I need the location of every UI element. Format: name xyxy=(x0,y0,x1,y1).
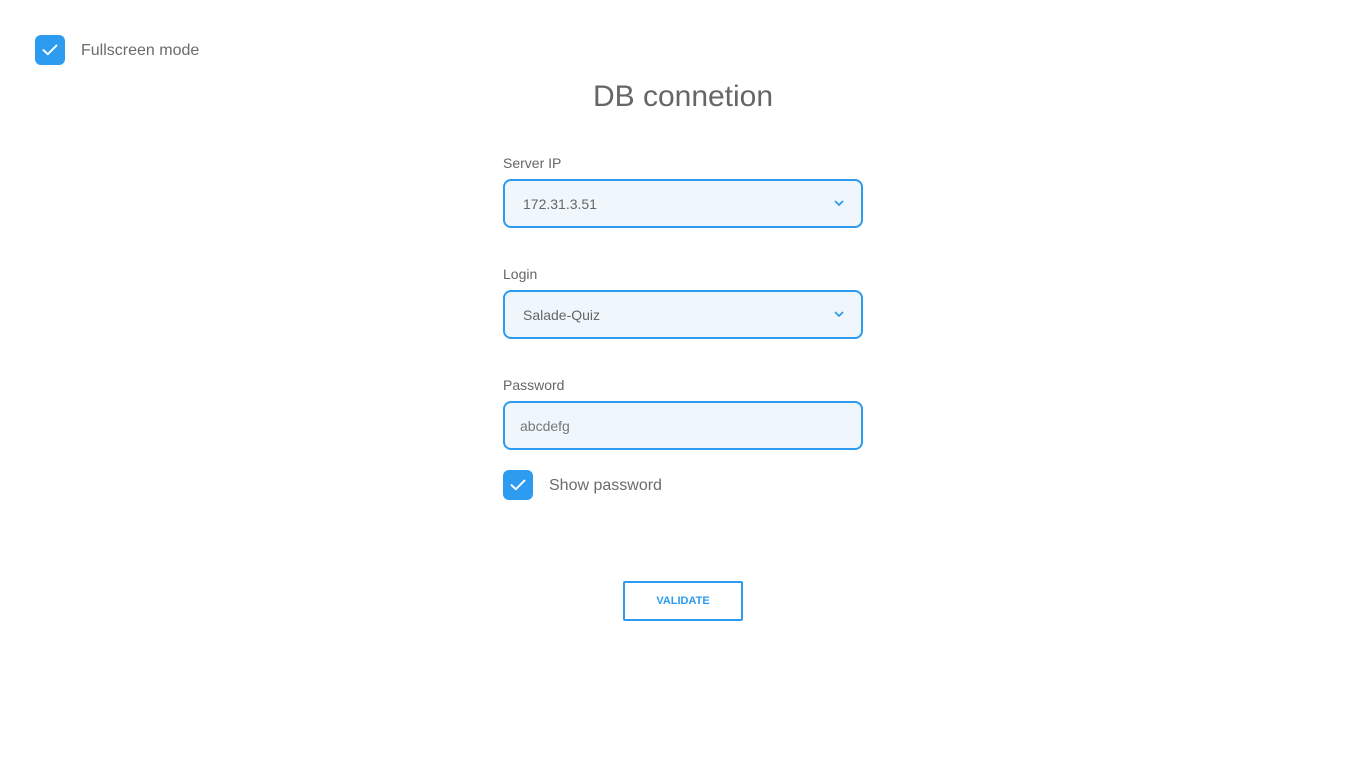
fullscreen-checkbox[interactable] xyxy=(35,35,65,65)
login-label: Login xyxy=(503,266,538,282)
login-value: Salade-Quiz xyxy=(523,306,601,323)
show-password-label: Show password xyxy=(549,477,662,494)
chevron-down-icon xyxy=(833,309,845,321)
password-field-wrapper xyxy=(503,401,863,450)
fullscreen-mode-toggle[interactable]: Fullscreen mode xyxy=(35,35,199,65)
fullscreen-label: Fullscreen mode xyxy=(81,42,200,59)
server-ip-label: Server IP xyxy=(503,155,562,171)
show-password-checkbox[interactable] xyxy=(503,470,533,500)
password-label: Password xyxy=(503,377,565,393)
checkmark-icon xyxy=(42,44,58,56)
chevron-down-icon xyxy=(833,198,845,210)
db-connection-page: Fullscreen mode DB connetion Server IP 1… xyxy=(0,0,1366,768)
login-select[interactable]: Salade-Quiz xyxy=(503,290,863,339)
password-input[interactable] xyxy=(520,417,846,434)
server-ip-select[interactable]: 172.31.3.51 xyxy=(503,179,863,228)
checkmark-icon xyxy=(510,479,526,491)
server-ip-value: 172.31.3.51 xyxy=(523,195,597,212)
page-title: DB connetion xyxy=(592,80,774,113)
validate-button[interactable]: VALIDATE xyxy=(623,581,743,621)
show-password-toggle[interactable]: Show password xyxy=(503,470,662,500)
